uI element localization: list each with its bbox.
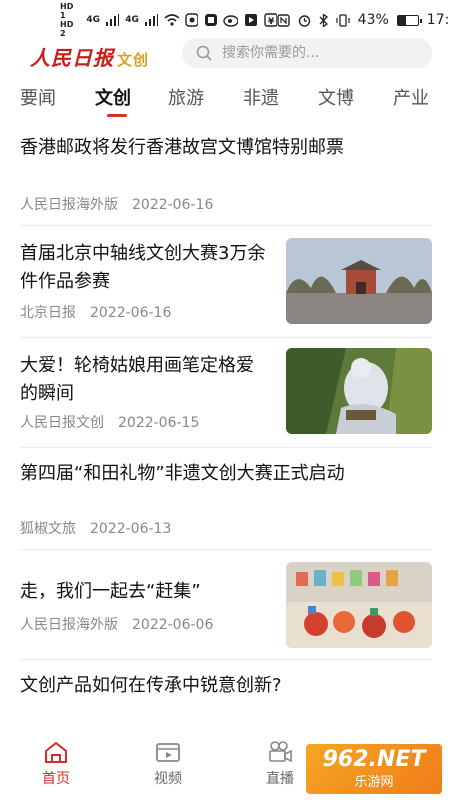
news-meta: 北京日报 2022-06-16	[20, 302, 185, 322]
nav-video[interactable]: 视频	[138, 740, 198, 788]
news-meta: 人民日报文创 2022-06-15	[20, 412, 213, 432]
play-icon	[245, 14, 258, 26]
logo-sub: 文创	[117, 51, 150, 69]
active-tab-indicator	[107, 114, 127, 117]
network2-label: 4G	[125, 15, 139, 25]
video-icon	[156, 743, 180, 762]
svg-text:¥: ¥	[268, 17, 275, 27]
signal-icon	[106, 14, 120, 26]
tab-heritage[interactable]: 非遗	[243, 84, 279, 110]
search-icon	[196, 45, 212, 61]
wifi-icon	[164, 14, 180, 26]
news-title: 香港邮政将发行香港故宫文博馆特别邮票	[20, 137, 344, 158]
watermark-main: 962.NET	[322, 746, 426, 772]
news-meta: 狐椒文旅 2022-06-13	[20, 518, 185, 538]
app-header: 人民日报 文创	[0, 36, 450, 74]
store-icon: ¥	[263, 13, 277, 27]
news-source: 人民日报海外版	[20, 617, 118, 633]
news-item[interactable]: 文创产品如何在传承中锐意创新?	[20, 660, 432, 732]
app-logo[interactable]: 人民日报 文创	[30, 42, 149, 71]
city-gate-icon	[286, 238, 432, 324]
app-notification-icon	[185, 13, 199, 27]
nav-live[interactable]: 直播	[250, 740, 310, 788]
news-thumbnail[interactable]	[286, 562, 432, 648]
news-source: 人民日报海外版	[20, 197, 118, 213]
status-bar: HD 1 HD 2 4G 4G ¥ 43% 17:19	[0, 0, 450, 40]
news-date: 2022-06-16	[90, 305, 172, 321]
camera-icon	[269, 741, 292, 763]
category-tabs: 要闻 文创 旅游 非遗 文博 产业	[0, 84, 450, 124]
tab-travel[interactable]: 旅游	[168, 84, 204, 110]
message-icon	[205, 14, 218, 26]
nav-live-label: 直播	[266, 771, 294, 787]
news-source: 狐椒文旅	[20, 521, 76, 537]
news-item[interactable]: 第四届“和田礼物”非遗文创大赛正式启动 狐椒文旅 2022-06-13	[20, 448, 432, 550]
bluetooth-icon	[319, 13, 328, 27]
vibrate-icon	[336, 13, 350, 27]
tab-museum[interactable]: 文博	[318, 84, 354, 110]
status-right: 43% 17:19	[276, 12, 450, 28]
network1-label: 4G	[86, 15, 101, 25]
signal-icon	[144, 14, 158, 26]
nav-home[interactable]: 首页	[26, 740, 86, 788]
home-icon	[45, 741, 67, 763]
painting-icon	[286, 348, 432, 434]
alarm-icon	[298, 14, 310, 27]
logo-text: 人民日报	[30, 46, 114, 70]
news-date: 2022-06-13	[90, 521, 172, 537]
bottom-navigation: 首页 视频 直播 962.NET 乐游网	[0, 732, 450, 800]
tab-cultural-creative[interactable]: 文创	[95, 84, 131, 110]
search-input[interactable]	[220, 44, 414, 62]
tab-news[interactable]: 要闻	[20, 84, 56, 110]
clock: 17:19	[426, 12, 450, 28]
news-title: 大爱！轮椅姑娘用画笔定格爱的瞬间	[20, 355, 254, 404]
tab-industry[interactable]: 产业	[393, 84, 429, 110]
watermark-logo: 962.NET 乐游网	[306, 744, 442, 794]
figurines-icon	[286, 562, 432, 648]
weibo-icon	[223, 15, 239, 27]
nav-home-label: 首页	[42, 771, 70, 787]
news-source: 北京日报	[20, 305, 76, 321]
search-bar[interactable]	[182, 38, 432, 68]
watermark-sub: 乐游网	[354, 774, 394, 790]
news-title: 文创产品如何在传承中锐意创新?	[20, 675, 282, 696]
signal-group: HD 1 HD 2 4G 4G ¥	[60, 2, 277, 38]
battery-icon	[396, 14, 422, 26]
news-title: 第四届“和田礼物”非遗文创大赛正式启动	[20, 463, 345, 484]
news-date: 2022-06-06	[132, 617, 214, 633]
news-source: 人民日报文创	[20, 415, 104, 431]
news-item[interactable]: 首届北京中轴线文创大赛3万余件作品参赛 北京日报 2022-06-16	[20, 226, 432, 338]
news-title: 走，我们一起去“赶集”	[20, 581, 201, 602]
news-date: 2022-06-16	[132, 197, 214, 213]
nav-video-label: 视频	[154, 771, 182, 787]
news-thumbnail[interactable]	[286, 348, 432, 434]
news-item[interactable]: 香港邮政将发行香港故宫文博馆特别邮票 人民日报海外版 2022-06-16	[20, 126, 432, 226]
battery-fill	[397, 15, 407, 25]
nfc-icon	[276, 13, 290, 27]
news-item[interactable]: 大爱！轮椅姑娘用画笔定格爱的瞬间 人民日报文创 2022-06-15	[20, 338, 432, 448]
news-item[interactable]: 走，我们一起去“赶集” 人民日报海外版 2022-06-06	[20, 550, 432, 660]
sim-labels: HD 1 HD 2	[60, 2, 80, 38]
news-meta: 人民日报海外版 2022-06-06	[20, 614, 227, 634]
news-meta: 人民日报海外版 2022-06-16	[20, 194, 227, 214]
news-thumbnail[interactable]	[286, 238, 432, 324]
news-title: 首届北京中轴线文创大赛3万余件作品参赛	[20, 243, 266, 292]
battery-percent: 43%	[357, 12, 389, 28]
news-date: 2022-06-15	[118, 415, 200, 431]
sim1-label: HD 1	[60, 2, 74, 20]
